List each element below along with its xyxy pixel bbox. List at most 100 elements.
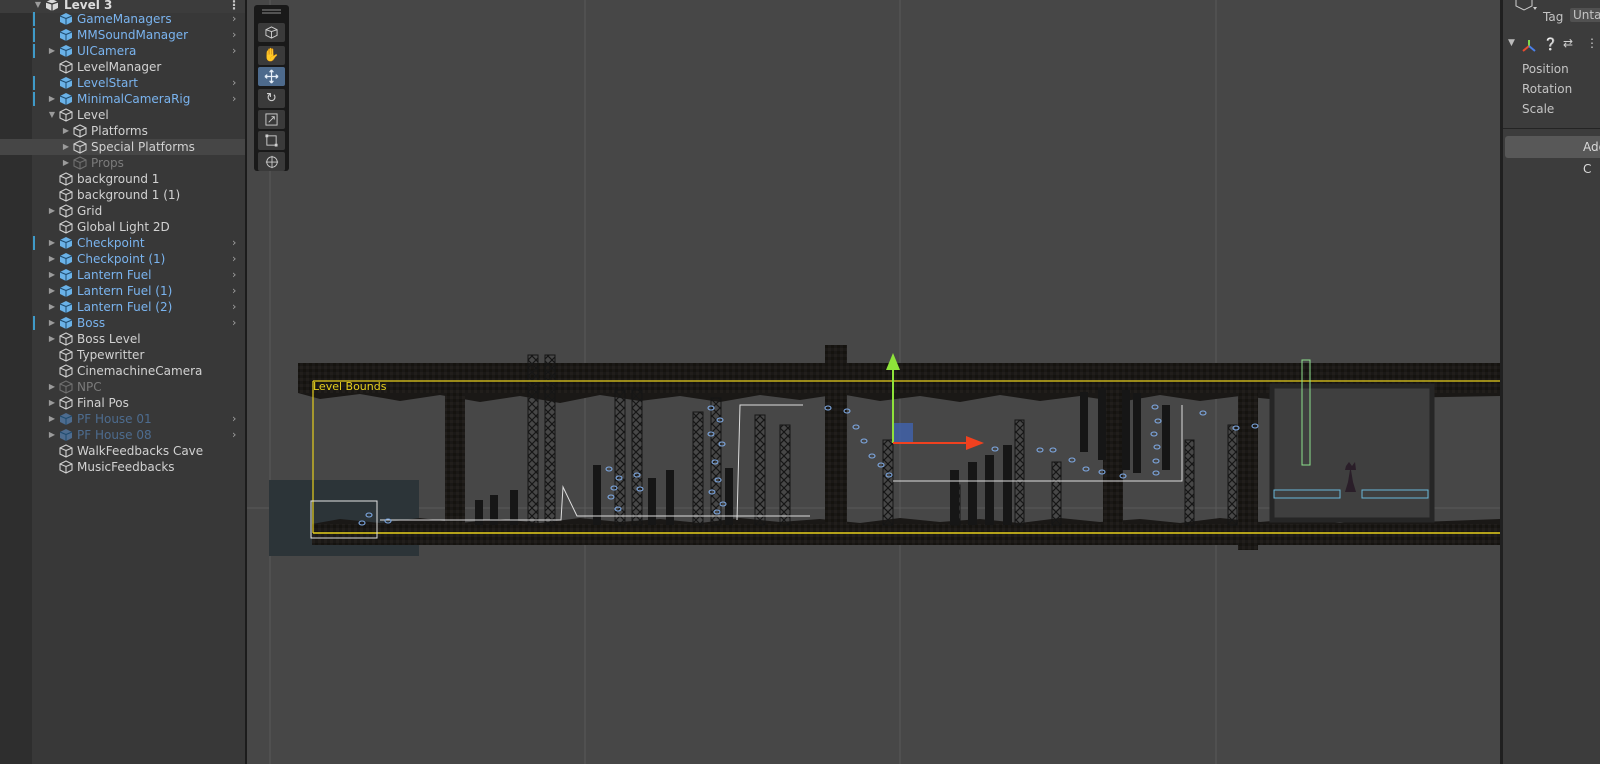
hierarchy-row[interactable]: ▶ PF House 08 › bbox=[0, 427, 246, 443]
expand-arrow-icon[interactable]: ▶ bbox=[61, 139, 71, 155]
hand-tool-button[interactable]: ✋ bbox=[258, 46, 285, 65]
hierarchy-row[interactable]: background 1 (1) bbox=[0, 187, 246, 203]
dark-block bbox=[968, 462, 977, 525]
hierarchy-row[interactable]: ▶ Platforms bbox=[0, 123, 246, 139]
dark-block bbox=[1098, 388, 1106, 460]
foldout-arrow-icon[interactable]: ▼ bbox=[1508, 38, 1515, 48]
hierarchy-row[interactable]: ▶ Final Pos bbox=[0, 395, 246, 411]
open-prefab-chevron-icon[interactable]: › bbox=[232, 75, 236, 91]
hierarchy-row[interactable]: MMSoundManager › bbox=[0, 27, 246, 43]
prefab-override-marker bbox=[33, 236, 35, 250]
drag-grip-icon[interactable] bbox=[262, 9, 281, 15]
component-menu-icon[interactable]: ⋮ bbox=[1586, 36, 1598, 50]
pickup-gizmo bbox=[1153, 444, 1161, 450]
expand-arrow-icon[interactable]: ▶ bbox=[47, 235, 57, 251]
hierarchy-row[interactable]: MusicFeedbacks bbox=[0, 459, 246, 475]
hierarchy-item-label: LevelStart bbox=[77, 76, 138, 90]
expand-arrow-icon[interactable]: ▶ bbox=[47, 251, 57, 267]
hierarchy-row[interactable]: ▶ Boss Level bbox=[0, 331, 246, 347]
expand-arrow-icon[interactable]: ▶ bbox=[47, 379, 57, 395]
hierarchy-item-label: Props bbox=[91, 156, 124, 170]
open-prefab-chevron-icon[interactable]: › bbox=[232, 267, 236, 283]
expand-arrow-icon[interactable]: ▼ bbox=[47, 107, 57, 123]
open-prefab-chevron-icon[interactable]: › bbox=[232, 43, 236, 59]
hierarchy-row[interactable]: WalkFeedbacks Cave bbox=[0, 443, 246, 459]
hierarchy-row[interactable]: ▶ Props bbox=[0, 155, 246, 171]
scene-view[interactable]: Level Bounds bbox=[247, 0, 1500, 764]
expand-arrow-icon[interactable]: ▶ bbox=[47, 43, 57, 59]
expand-arrow-icon[interactable]: ▶ bbox=[61, 123, 71, 139]
move-tool-button[interactable] bbox=[258, 67, 285, 86]
hierarchy-row[interactable]: GameManagers › bbox=[0, 11, 246, 27]
pickup-gizmo bbox=[1049, 447, 1057, 453]
transform-header[interactable]: ▼ ❔ ⇄ ⋮ bbox=[1503, 36, 1600, 56]
view-cube-tool-button[interactable] bbox=[258, 23, 285, 42]
hierarchy-item-label: MinimalCameraRig bbox=[77, 92, 191, 106]
hierarchy-row[interactable]: LevelStart › bbox=[0, 75, 246, 91]
hierarchy-row[interactable]: ▶ PF House 01 › bbox=[0, 411, 246, 427]
scene-tools-overlay[interactable]: ✋ ↻ bbox=[254, 5, 289, 171]
expand-arrow-icon[interactable]: ▶ bbox=[47, 203, 57, 219]
scaffold-tower bbox=[692, 411, 704, 526]
open-prefab-chevron-icon[interactable]: › bbox=[232, 283, 236, 299]
hierarchy-row[interactable]: ▶ Checkpoint (1) › bbox=[0, 251, 246, 267]
expand-arrow-icon[interactable]: ▶ bbox=[47, 427, 57, 443]
pickup-gizmo bbox=[1199, 410, 1207, 416]
hierarchy-row[interactable]: LevelManager bbox=[0, 59, 246, 75]
tag-label: Tag bbox=[1543, 10, 1564, 24]
hierarchy-row[interactable]: ▼ Level bbox=[0, 107, 246, 123]
open-prefab-chevron-icon[interactable]: › bbox=[232, 411, 236, 427]
hierarchy-item-label: GameManagers bbox=[77, 12, 172, 26]
open-prefab-chevron-icon[interactable]: › bbox=[232, 27, 236, 43]
expand-arrow-icon[interactable]: ▶ bbox=[47, 315, 57, 331]
scene-canvas[interactable]: Level Bounds bbox=[247, 0, 1500, 764]
hierarchy-row[interactable]: ▶ Grid bbox=[0, 203, 246, 219]
prefab-cube-icon bbox=[59, 253, 73, 265]
expand-arrow-icon[interactable]: ▶ bbox=[47, 283, 57, 299]
hierarchy-row[interactable]: ▶ Lantern Fuel › bbox=[0, 267, 246, 283]
hierarchy-row[interactable]: ▶ Checkpoint › bbox=[0, 235, 246, 251]
hierarchy-row[interactable]: Typewritter bbox=[0, 347, 246, 363]
expand-arrow-icon[interactable]: ▶ bbox=[47, 267, 57, 283]
scaffold-tower bbox=[1227, 424, 1238, 526]
open-prefab-chevron-icon[interactable]: › bbox=[232, 299, 236, 315]
prefab-override-marker bbox=[33, 12, 35, 26]
move-y-arrow-icon[interactable] bbox=[886, 353, 900, 370]
pickup-gizmo bbox=[607, 494, 615, 500]
hierarchy-item-label: Boss Level bbox=[77, 332, 141, 346]
move-x-arrow-icon[interactable] bbox=[966, 436, 984, 450]
open-prefab-chevron-icon[interactable]: › bbox=[232, 11, 236, 27]
hierarchy-row[interactable]: ▶ UICamera › bbox=[0, 43, 246, 59]
hierarchy-row[interactable]: Global Light 2D bbox=[0, 219, 246, 235]
hierarchy-row[interactable]: ▶ Boss › bbox=[0, 315, 246, 331]
presets-icon[interactable]: ⇄ bbox=[1563, 36, 1573, 50]
hierarchy-row[interactable]: background 1 bbox=[0, 171, 246, 187]
hierarchy-row[interactable]: CinemachineCamera bbox=[0, 363, 246, 379]
open-prefab-chevron-icon[interactable]: › bbox=[232, 235, 236, 251]
tag-dropdown[interactable]: Unta bbox=[1570, 8, 1600, 22]
expand-arrow-icon[interactable]: ▶ bbox=[47, 299, 57, 315]
hierarchy-row[interactable]: ▶ MinimalCameraRig › bbox=[0, 91, 246, 107]
move-plane-handle[interactable] bbox=[893, 423, 913, 443]
rotate-tool-button[interactable]: ↻ bbox=[258, 89, 285, 108]
hierarchy-row[interactable]: ▶ Lantern Fuel (2) › bbox=[0, 299, 246, 315]
transform-tool-button[interactable] bbox=[258, 152, 285, 171]
scale-icon bbox=[265, 113, 278, 126]
expand-arrow-icon[interactable]: ▶ bbox=[47, 91, 57, 107]
open-prefab-chevron-icon[interactable]: › bbox=[232, 251, 236, 267]
rect-tool-button[interactable] bbox=[258, 131, 285, 150]
hierarchy-row[interactable]: ▶ NPC bbox=[0, 379, 246, 395]
hierarchy-item-label: Lantern Fuel (2) bbox=[77, 300, 173, 314]
open-prefab-chevron-icon[interactable]: › bbox=[232, 315, 236, 331]
scale-tool-button[interactable] bbox=[258, 110, 285, 129]
expand-arrow-icon[interactable]: ▶ bbox=[61, 155, 71, 171]
expand-arrow-icon[interactable]: ▶ bbox=[47, 411, 57, 427]
open-prefab-chevron-icon[interactable]: › bbox=[232, 91, 236, 107]
expand-arrow-icon[interactable]: ▶ bbox=[47, 331, 57, 347]
expand-arrow-icon[interactable]: ▶ bbox=[47, 395, 57, 411]
hierarchy-row[interactable]: ▶ Special Platforms bbox=[0, 139, 246, 155]
help-icon[interactable]: ❔ bbox=[1543, 37, 1558, 51]
add-component-button[interactable]: Add C bbox=[1505, 136, 1600, 176]
hierarchy-row[interactable]: ▶ Lantern Fuel (1) › bbox=[0, 283, 246, 299]
open-prefab-chevron-icon[interactable]: › bbox=[232, 427, 236, 443]
